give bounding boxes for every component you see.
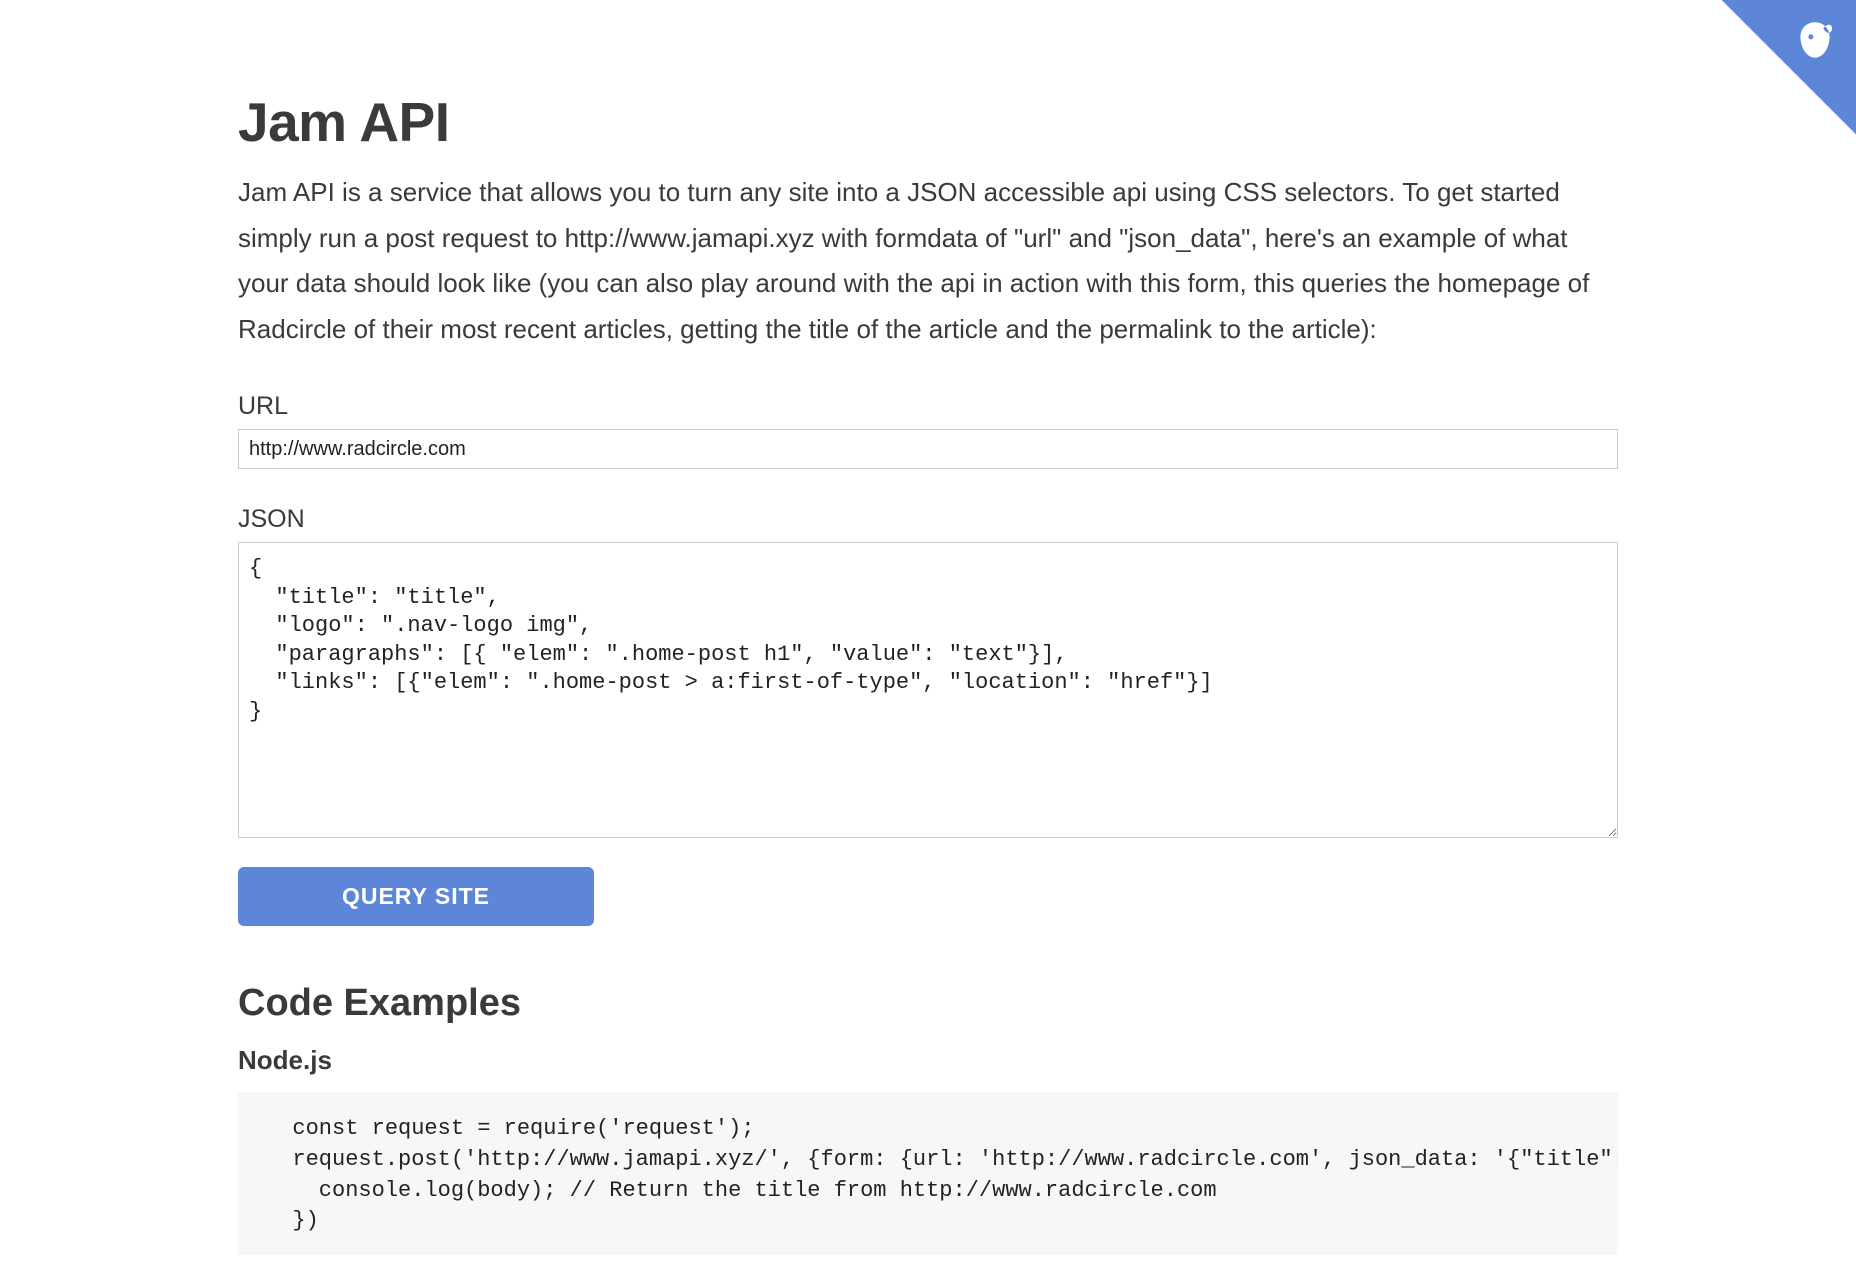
query-site-button[interactable]: QUERY SITE <box>238 867 594 926</box>
nodejs-heading: Node.js <box>238 1045 1618 1076</box>
url-label: URL <box>238 392 1618 421</box>
page-title: Jam API <box>238 90 1618 154</box>
json-label: JSON <box>238 505 1618 534</box>
mascot-icon <box>1790 16 1840 66</box>
corner-ribbon[interactable] <box>1666 0 1856 190</box>
code-examples-heading: Code Examples <box>238 982 1618 1025</box>
json-input[interactable] <box>238 542 1618 838</box>
page-description: Jam API is a service that allows you to … <box>238 170 1618 352</box>
url-input[interactable] <box>238 429 1618 469</box>
nodejs-code-block: const request = require('request'); requ… <box>238 1092 1618 1255</box>
